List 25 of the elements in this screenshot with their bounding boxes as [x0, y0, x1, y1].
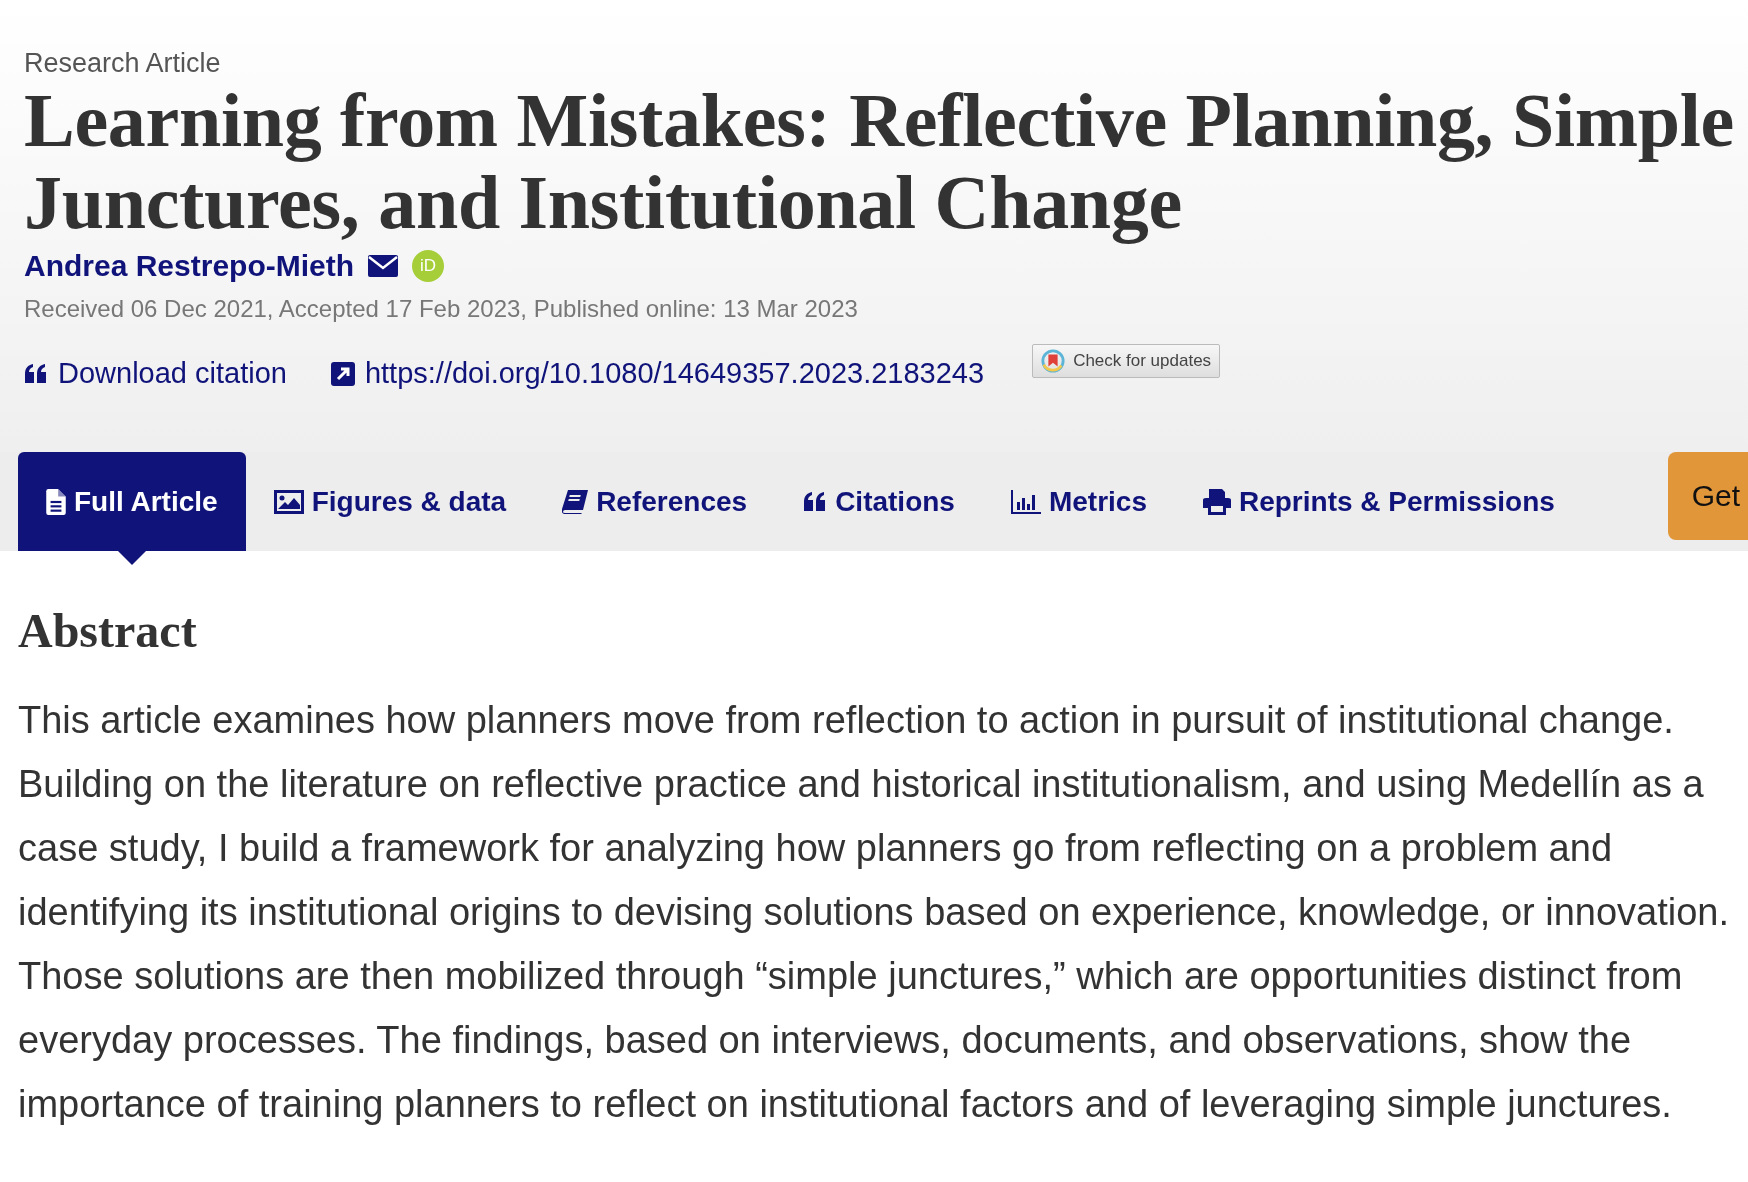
bar-chart-icon [1010, 489, 1041, 514]
doi-link[interactable]: https://doi.org/10.1080/14649357.2023.2183243 [330, 357, 985, 390]
tab[interactable]: Reprints & Permissions [1174, 452, 1583, 551]
printer-icon [1202, 488, 1231, 515]
publication-dates: Received 06 Dec 2021, Accepted 17 Feb 2023, Published online: 13 Mar 2023 [24, 295, 858, 323]
bookmark-badge-icon [1041, 348, 1066, 373]
quote-icon [803, 491, 828, 512]
author-link[interactable]: Andrea Restrepo-Mieth [24, 249, 355, 283]
download-citation-link[interactable]: Download citation [24, 357, 287, 390]
tab[interactable]: References [534, 452, 776, 551]
article-type: Research Article [24, 48, 221, 79]
tab[interactable]: Metrics [982, 452, 1175, 551]
get-access-button[interactable]: Get [1667, 451, 1748, 540]
external-link-icon [330, 361, 355, 386]
tab[interactable]: Figures & data [245, 452, 535, 551]
quote-icon [24, 363, 48, 384]
abstract-paragraph: This article examines how planners move from reflection to action in pursuit of institutional change. Building on the literature on reflective practice and historical institutionalism, and using Medellín as a case study, I build a framework for analyzing how planners go from reflecting on a problem and identifying its institutional origins to devising solutions based on experience, knowledge, or innovation. Those solutions are then mobilized through “simple junctures,” which are opportunities distinct from everyday processes. The findings, based on interviews, documents, and observations, show the importance of training planners to reflect on institutional factors and of leveraging simple junctures. [18, 698, 1731, 1127]
tab[interactable]: Citations [775, 452, 983, 551]
book-icon [562, 489, 589, 514]
section-heading: Abstract [18, 603, 197, 658]
document-icon [46, 488, 66, 515]
envelope-icon[interactable] [368, 255, 399, 277]
image-icon [273, 489, 304, 514]
check-updates-button[interactable]: Check for updates [1032, 343, 1221, 378]
article-title: Learning from Mistakes: Reflective Planning, Simple Junctures, and Institutional Change [24, 79, 1736, 243]
